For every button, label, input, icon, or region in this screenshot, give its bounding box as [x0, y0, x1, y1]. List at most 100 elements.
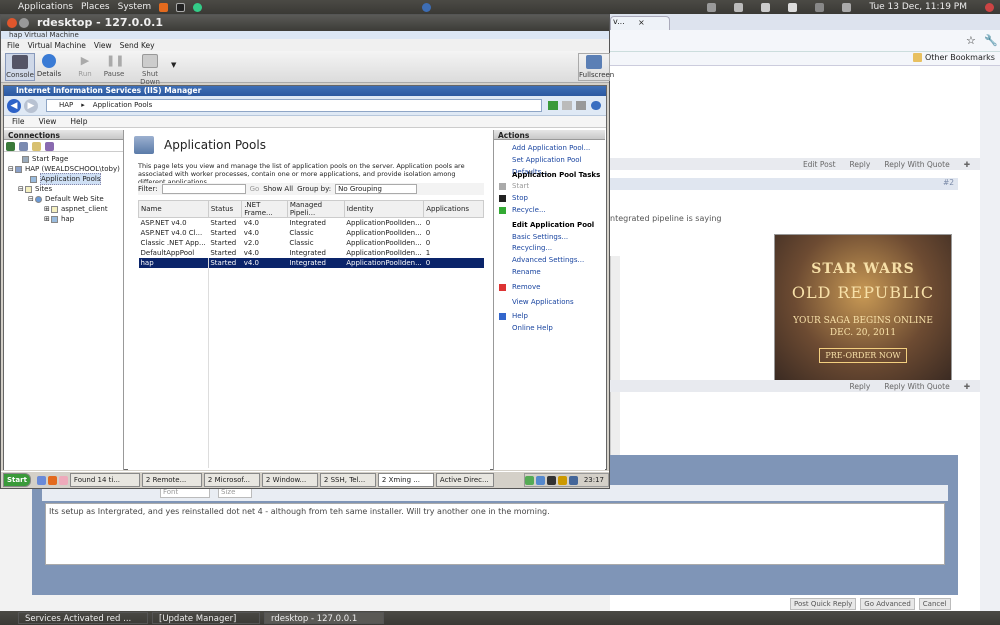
ad-banner[interactable]: STAR WARS OLD REPUBLIC YOUR SAGA BEGINS … [774, 234, 952, 382]
table-row[interactable]: Classic .NET App... Started v2.0 Classic App… [139, 238, 484, 248]
tray-icon[interactable] [524, 475, 534, 485]
col-identity[interactable]: Identity [343, 200, 425, 218]
taskbar-item[interactable]: 2 Window... [261, 473, 318, 487]
cancel-button[interactable]: Cancel [918, 598, 951, 610]
stop-icon[interactable] [562, 101, 572, 110]
quicklaunch-icon[interactable] [36, 475, 46, 485]
menu-send-key[interactable]: Send Key [120, 41, 155, 50]
back-icon[interactable]: ◀ [7, 99, 21, 113]
volume-icon[interactable] [761, 2, 771, 12]
chrome-icon[interactable] [193, 2, 203, 12]
menu-file[interactable]: File [7, 41, 20, 50]
taskbar-item[interactable]: Active Direc... [435, 473, 494, 487]
applications-menu[interactable]: Applications [18, 2, 73, 12]
fullscreen-button[interactable]: Fullscreen [578, 53, 614, 81]
save-icon[interactable] [19, 142, 28, 151]
connect-icon[interactable] [6, 142, 15, 151]
action-basic-settings[interactable]: Basic Settings... [494, 232, 605, 244]
group-by-select[interactable]: No Grouping [335, 184, 418, 194]
action-rename[interactable]: Rename [494, 267, 605, 279]
places-menu[interactable]: Places [81, 2, 110, 12]
iis-menu-view[interactable]: View [39, 117, 57, 126]
action-view-applications[interactable]: View Applications [494, 297, 605, 309]
col-name[interactable]: Name [138, 200, 209, 218]
battery-icon[interactable] [842, 2, 852, 12]
other-bookmarks[interactable]: Other Bookmarks [925, 53, 995, 62]
reply-quote-link[interactable]: Reply With Quote [884, 382, 949, 391]
ad-cta-button[interactable]: PRE-ORDER NOW [819, 348, 907, 363]
action-set-application-pool-defaults[interactable]: Set Application Pool Defaults... [494, 155, 605, 176]
refresh-icon[interactable] [548, 101, 558, 110]
close-tab-icon[interactable]: × [638, 18, 646, 27]
tree-default-web-site[interactable]: ⊟ Default Web Site [4, 194, 123, 204]
close-window-icon[interactable] [7, 18, 17, 28]
reply-quote-link[interactable]: Reply With Quote [884, 160, 949, 169]
pause-button[interactable]: ❚❚ Pause [99, 53, 129, 78]
tray-icon[interactable] [568, 475, 578, 485]
go-advanced-button[interactable]: Go Advanced [860, 598, 915, 610]
iis-menu-help[interactable]: Help [70, 117, 87, 126]
table-row[interactable]: hap Started v4.0 Integrated ApplicationPoolI… [138, 257, 484, 268]
user-avatar-icon[interactable] [815, 2, 825, 12]
taskbar-item[interactable]: 2 Remote... [141, 473, 202, 487]
table-row[interactable]: ASP.NET v4.0 Started v4.0 Integrated Applica… [139, 218, 484, 228]
col-status[interactable]: Status [207, 200, 243, 218]
run-button[interactable]: ▶ Run [70, 53, 100, 78]
tree-aspnet-client[interactable]: ⊞ aspnet_client [4, 204, 123, 214]
details-button[interactable]: Details [34, 53, 64, 78]
post-quick-reply-button[interactable]: Post Quick Reply [790, 598, 857, 610]
bottom-task-rdesktop[interactable]: rdesktop - 127.0.0.1 [264, 612, 384, 624]
terminal-icon[interactable] [176, 2, 186, 12]
iis-menu-file[interactable]: File [12, 117, 25, 126]
action-remove[interactable]: Remove [494, 282, 605, 294]
start-button[interactable]: Start [3, 473, 31, 487]
tray-icon[interactable] [546, 475, 556, 485]
minimize-window-icon[interactable] [19, 18, 29, 28]
bluetooth-icon[interactable] [707, 2, 717, 12]
dropdown-arrow-icon[interactable]: ▼ [171, 61, 176, 69]
col-applications[interactable]: Applications [423, 200, 484, 218]
tree-sites[interactable]: ⊟ Sites [4, 184, 123, 194]
action-stop[interactable]: Stop [494, 193, 605, 205]
action-recycling[interactable]: Recycling... [494, 243, 605, 255]
quicklaunch-icon[interactable] [58, 475, 68, 485]
network-icon[interactable] [734, 2, 744, 12]
taskbar-item[interactable]: Found 14 ti... [69, 473, 140, 487]
reply-link[interactable]: Reply [850, 382, 871, 391]
wrench-icon[interactable]: 🔧 [984, 34, 998, 47]
reply-link[interactable]: Reply [850, 160, 871, 169]
mail-icon[interactable] [788, 2, 798, 12]
filter-input[interactable] [161, 184, 246, 194]
taskbar-item[interactable]: 2 Microsof... [203, 473, 260, 487]
table-row[interactable]: DefaultAppPool Started v4.0 Integrated Appli… [139, 248, 484, 258]
console-button[interactable]: Console [5, 53, 35, 81]
multi-quote-icon[interactable]: ✚ [964, 382, 970, 391]
tray-icon[interactable] [557, 475, 567, 485]
action-advanced-settings[interactable]: Advanced Settings... [494, 255, 605, 267]
menu-virtual-machine[interactable]: Virtual Machine [28, 41, 86, 50]
action-help[interactable]: Help [494, 311, 605, 323]
col-net-framework[interactable]: .NET Frame... [241, 200, 288, 218]
globe-icon[interactable] [422, 2, 432, 12]
rdesktop-titlebar[interactable]: rdesktop - 127.0.0.1 [1, 15, 609, 31]
action-online-help[interactable]: Online Help [494, 323, 605, 335]
up-icon[interactable] [32, 142, 41, 151]
taskbar-item-active[interactable]: 2 Xming ... [377, 473, 434, 487]
tray-icon[interactable] [535, 475, 545, 485]
shutdown-button[interactable]: Shut Down [133, 53, 167, 86]
tree-hap[interactable]: ⊞ hap [4, 214, 123, 224]
home-icon[interactable] [576, 101, 586, 110]
col-pipeline[interactable]: Managed Pipeli... [286, 200, 345, 218]
tree-start-page[interactable]: Start Page [4, 154, 123, 164]
breadcrumb[interactable]: HAP ▸ Application Pools [46, 99, 542, 112]
bookmark-star-icon[interactable]: ☆ [966, 34, 976, 47]
breadcrumb-app-pools[interactable]: Application Pools [93, 100, 152, 111]
action-recycle[interactable]: Recycle... [494, 205, 605, 217]
edit-post-link[interactable]: Edit Post [803, 160, 836, 169]
menu-view[interactable]: View [94, 41, 112, 50]
go-button[interactable]: Go [250, 185, 260, 193]
firefox-icon[interactable] [159, 2, 169, 12]
breadcrumb-hap[interactable]: HAP [59, 100, 73, 111]
multi-quote-icon[interactable]: ✚ [964, 160, 970, 169]
action-add-application-pool[interactable]: Add Application Pool... [494, 143, 605, 155]
